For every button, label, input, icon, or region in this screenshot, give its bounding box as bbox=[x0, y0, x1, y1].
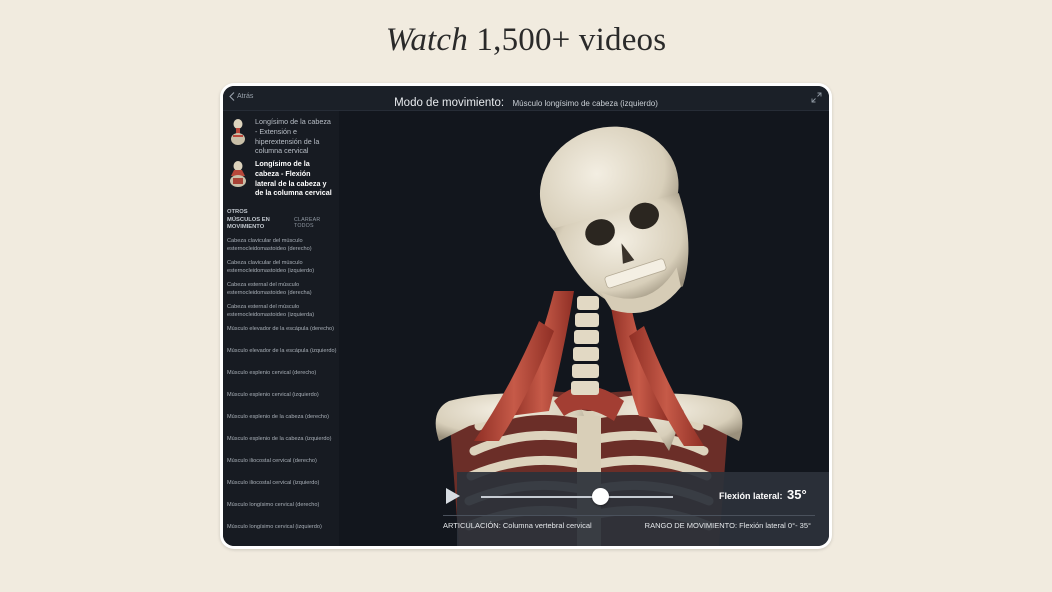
muscle-list-item[interactable]: Músculo esplenio cervical (izquierdo) bbox=[227, 392, 337, 414]
sidebar: Longísimo de la cabeza - Extensión e hip… bbox=[223, 111, 339, 546]
muscle-list-item[interactable]: Músculo elevador de la escápula (izquier… bbox=[227, 348, 337, 370]
muscle-list-item[interactable]: Músculo iliocostal cervical (izquierdo) bbox=[227, 480, 337, 502]
muscle-list: Cabeza clavicular del músculo esternocle… bbox=[227, 238, 337, 546]
flexion-value: 35° bbox=[787, 487, 807, 502]
headline-italic: Watch bbox=[385, 22, 468, 58]
muscle-list-item[interactable]: Músculo esplenio de la cabeza (derecho) bbox=[227, 414, 337, 436]
range-slider-thumb[interactable] bbox=[591, 488, 609, 505]
muscle-list-item[interactable]: Cabeza esternal del músculo esternocleid… bbox=[227, 304, 337, 326]
muscle-list-item[interactable]: Músculo esplenio de la cabeza (izquierdo… bbox=[227, 436, 337, 458]
page-title: Modo de movimiento: Músculo longísimo de… bbox=[223, 93, 829, 111]
section-title: OTROS MÚSCULOS EN MOVIMIENTO bbox=[227, 209, 270, 230]
muscle-list-item[interactable]: Cabeza clavicular del músculo esternocle… bbox=[227, 238, 337, 260]
tablet-frame: Atrás Modo de movimiento: Músculo longís… bbox=[220, 83, 832, 549]
muscle-list-item[interactable]: Músculo iliocostal cervical (derecho) bbox=[227, 458, 337, 480]
title-sub: Músculo longísimo de cabeza (izquierdo) bbox=[512, 99, 658, 108]
animation-label: Longísimo de la cabeza - Extensión e hip… bbox=[255, 117, 331, 156]
animation-item-2[interactable]: Longísimo de la cabeza - Flexión lateral… bbox=[227, 159, 333, 198]
app-screen: Atrás Modo de movimiento: Músculo longís… bbox=[223, 86, 829, 546]
muscle-list-item[interactable]: Cabeza esternal del músculo esternocleid… bbox=[227, 282, 337, 304]
animation-thumbnail bbox=[227, 117, 249, 147]
joint-label: ARTICULACIÓN: Columna vertebral cervical bbox=[443, 521, 592, 530]
play-icon[interactable] bbox=[443, 487, 461, 505]
title-main: Modo de movimiento: bbox=[394, 97, 505, 109]
top-bar: Atrás Modo de movimiento: Músculo longís… bbox=[223, 86, 829, 111]
headline-rest: 1,500+ videos bbox=[467, 22, 667, 58]
muscle-list-item[interactable]: Músculo elevador de la escápula (derecho… bbox=[227, 326, 337, 348]
animation-label: Longísimo de la cabeza - Flexión lateral… bbox=[255, 159, 332, 198]
expand-icon[interactable] bbox=[811, 92, 822, 103]
animation-thumbnail bbox=[227, 159, 249, 189]
muscle-list-item[interactable]: Músculo longísimo cervical (derecho) bbox=[227, 502, 337, 524]
divider bbox=[443, 515, 815, 516]
muscle-list-item[interactable]: Cabeza clavicular del músculo esternocle… bbox=[227, 260, 337, 282]
muscle-list-item[interactable]: Músculo longísimo cervical (izquierdo) bbox=[227, 524, 337, 546]
headline: Watch 1,500+ videos bbox=[0, 22, 1052, 59]
clear-all-button[interactable]: CLAREAR TODOS bbox=[294, 217, 339, 229]
range-of-motion-label: RANGO DE MOVIMIENTO: Flexión lateral 0°-… bbox=[644, 521, 811, 530]
flexion-label: Flexión lateral: bbox=[719, 491, 783, 501]
animation-item-1[interactable]: Longísimo de la cabeza - Extensión e hip… bbox=[227, 117, 333, 156]
range-slider-track[interactable] bbox=[481, 496, 673, 498]
playback-controls: Flexión lateral: 35° ARTICULACIÓN: Colum… bbox=[443, 472, 829, 546]
muscle-list-item[interactable]: Músculo esplenio cervical (derecho) bbox=[227, 370, 337, 392]
